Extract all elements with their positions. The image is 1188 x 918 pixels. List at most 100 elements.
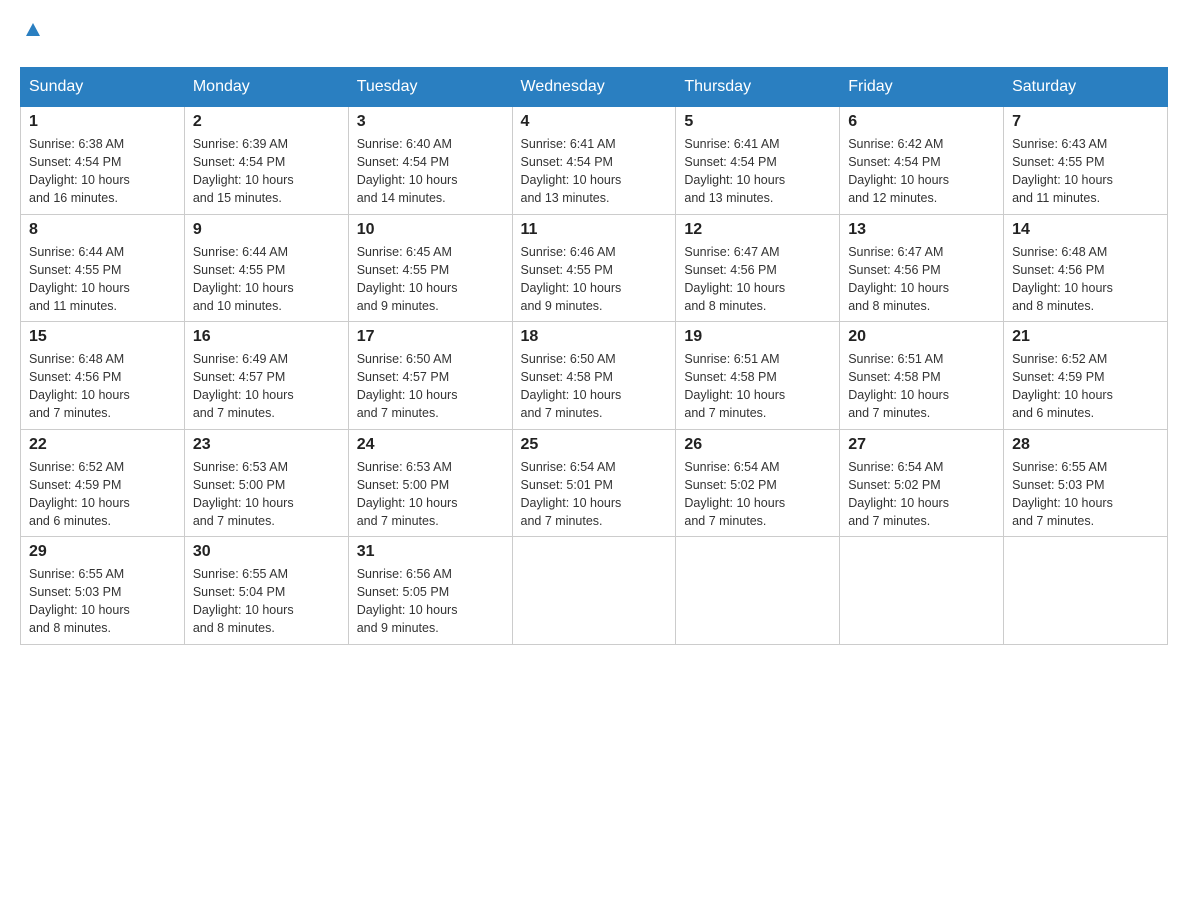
calendar-day-header: Friday: [840, 68, 1004, 107]
calendar-cell: 11 Sunrise: 6:46 AMSunset: 4:55 PMDaylig…: [512, 214, 676, 322]
calendar-cell: 26 Sunrise: 6:54 AMSunset: 5:02 PMDaylig…: [676, 429, 840, 537]
calendar-cell: 22 Sunrise: 6:52 AMSunset: 4:59 PMDaylig…: [21, 429, 185, 537]
day-info: Sunrise: 6:47 AMSunset: 4:56 PMDaylight:…: [684, 243, 831, 316]
day-number: 9: [193, 221, 340, 239]
calendar-cell: [840, 537, 1004, 645]
day-number: 27: [848, 436, 995, 454]
calendar-cell: 2 Sunrise: 6:39 AMSunset: 4:54 PMDayligh…: [184, 107, 348, 215]
day-info: Sunrise: 6:51 AMSunset: 4:58 PMDaylight:…: [848, 350, 995, 423]
day-info: Sunrise: 6:53 AMSunset: 5:00 PMDaylight:…: [193, 458, 340, 531]
day-number: 3: [357, 113, 504, 131]
calendar-cell: 30 Sunrise: 6:55 AMSunset: 5:04 PMDaylig…: [184, 537, 348, 645]
day-info: Sunrise: 6:54 AMSunset: 5:02 PMDaylight:…: [848, 458, 995, 531]
day-number: 29: [29, 543, 176, 561]
calendar-cell: 16 Sunrise: 6:49 AMSunset: 4:57 PMDaylig…: [184, 322, 348, 430]
calendar-cell: 1 Sunrise: 6:38 AMSunset: 4:54 PMDayligh…: [21, 107, 185, 215]
calendar-cell: 9 Sunrise: 6:44 AMSunset: 4:55 PMDayligh…: [184, 214, 348, 322]
calendar-week-row: 8 Sunrise: 6:44 AMSunset: 4:55 PMDayligh…: [21, 214, 1168, 322]
day-number: 20: [848, 328, 995, 346]
calendar-cell: 18 Sunrise: 6:50 AMSunset: 4:58 PMDaylig…: [512, 322, 676, 430]
day-number: 25: [521, 436, 668, 454]
day-number: 11: [521, 221, 668, 239]
day-number: 30: [193, 543, 340, 561]
day-info: Sunrise: 6:55 AMSunset: 5:03 PMDaylight:…: [29, 565, 176, 638]
calendar-cell: 17 Sunrise: 6:50 AMSunset: 4:57 PMDaylig…: [348, 322, 512, 430]
day-number: 5: [684, 113, 831, 131]
day-info: Sunrise: 6:48 AMSunset: 4:56 PMDaylight:…: [1012, 243, 1159, 316]
calendar-day-header: Saturday: [1004, 68, 1168, 107]
day-info: Sunrise: 6:44 AMSunset: 4:55 PMDaylight:…: [193, 243, 340, 316]
day-number: 13: [848, 221, 995, 239]
day-info: Sunrise: 6:39 AMSunset: 4:54 PMDaylight:…: [193, 135, 340, 208]
calendar-day-header: Wednesday: [512, 68, 676, 107]
calendar-cell: 5 Sunrise: 6:41 AMSunset: 4:54 PMDayligh…: [676, 107, 840, 215]
calendar-cell: 15 Sunrise: 6:48 AMSunset: 4:56 PMDaylig…: [21, 322, 185, 430]
day-number: 17: [357, 328, 504, 346]
calendar-cell: 13 Sunrise: 6:47 AMSunset: 4:56 PMDaylig…: [840, 214, 1004, 322]
day-info: Sunrise: 6:46 AMSunset: 4:55 PMDaylight:…: [521, 243, 668, 316]
day-info: Sunrise: 6:54 AMSunset: 5:02 PMDaylight:…: [684, 458, 831, 531]
calendar-week-row: 22 Sunrise: 6:52 AMSunset: 4:59 PMDaylig…: [21, 429, 1168, 537]
calendar-cell: 20 Sunrise: 6:51 AMSunset: 4:58 PMDaylig…: [840, 322, 1004, 430]
calendar-cell: 23 Sunrise: 6:53 AMSunset: 5:00 PMDaylig…: [184, 429, 348, 537]
day-number: 4: [521, 113, 668, 131]
calendar-week-row: 15 Sunrise: 6:48 AMSunset: 4:56 PMDaylig…: [21, 322, 1168, 430]
day-info: Sunrise: 6:42 AMSunset: 4:54 PMDaylight:…: [848, 135, 995, 208]
day-number: 15: [29, 328, 176, 346]
calendar-cell: 25 Sunrise: 6:54 AMSunset: 5:01 PMDaylig…: [512, 429, 676, 537]
day-info: Sunrise: 6:43 AMSunset: 4:55 PMDaylight:…: [1012, 135, 1159, 208]
logo: [20, 20, 44, 47]
day-number: 19: [684, 328, 831, 346]
calendar-cell: 8 Sunrise: 6:44 AMSunset: 4:55 PMDayligh…: [21, 214, 185, 322]
day-number: 2: [193, 113, 340, 131]
calendar-cell: 10 Sunrise: 6:45 AMSunset: 4:55 PMDaylig…: [348, 214, 512, 322]
day-number: 1: [29, 113, 176, 131]
day-number: 6: [848, 113, 995, 131]
day-info: Sunrise: 6:45 AMSunset: 4:55 PMDaylight:…: [357, 243, 504, 316]
calendar-cell: 14 Sunrise: 6:48 AMSunset: 4:56 PMDaylig…: [1004, 214, 1168, 322]
day-info: Sunrise: 6:51 AMSunset: 4:58 PMDaylight:…: [684, 350, 831, 423]
day-info: Sunrise: 6:55 AMSunset: 5:04 PMDaylight:…: [193, 565, 340, 638]
calendar-cell: 12 Sunrise: 6:47 AMSunset: 4:56 PMDaylig…: [676, 214, 840, 322]
calendar-cell: 7 Sunrise: 6:43 AMSunset: 4:55 PMDayligh…: [1004, 107, 1168, 215]
calendar-cell: 24 Sunrise: 6:53 AMSunset: 5:00 PMDaylig…: [348, 429, 512, 537]
calendar-cell: 6 Sunrise: 6:42 AMSunset: 4:54 PMDayligh…: [840, 107, 1004, 215]
day-info: Sunrise: 6:52 AMSunset: 4:59 PMDaylight:…: [1012, 350, 1159, 423]
day-info: Sunrise: 6:41 AMSunset: 4:54 PMDaylight:…: [521, 135, 668, 208]
day-info: Sunrise: 6:47 AMSunset: 4:56 PMDaylight:…: [848, 243, 995, 316]
calendar-cell: 4 Sunrise: 6:41 AMSunset: 4:54 PMDayligh…: [512, 107, 676, 215]
day-number: 23: [193, 436, 340, 454]
day-info: Sunrise: 6:52 AMSunset: 4:59 PMDaylight:…: [29, 458, 176, 531]
day-info: Sunrise: 6:44 AMSunset: 4:55 PMDaylight:…: [29, 243, 176, 316]
day-number: 18: [521, 328, 668, 346]
calendar-cell: 28 Sunrise: 6:55 AMSunset: 5:03 PMDaylig…: [1004, 429, 1168, 537]
page-header: [20, 20, 1168, 47]
day-number: 24: [357, 436, 504, 454]
day-number: 26: [684, 436, 831, 454]
calendar-week-row: 29 Sunrise: 6:55 AMSunset: 5:03 PMDaylig…: [21, 537, 1168, 645]
day-number: 8: [29, 221, 176, 239]
day-info: Sunrise: 6:55 AMSunset: 5:03 PMDaylight:…: [1012, 458, 1159, 531]
day-info: Sunrise: 6:38 AMSunset: 4:54 PMDaylight:…: [29, 135, 176, 208]
calendar-cell: [1004, 537, 1168, 645]
calendar-cell: 21 Sunrise: 6:52 AMSunset: 4:59 PMDaylig…: [1004, 322, 1168, 430]
calendar-cell: 31 Sunrise: 6:56 AMSunset: 5:05 PMDaylig…: [348, 537, 512, 645]
day-info: Sunrise: 6:41 AMSunset: 4:54 PMDaylight:…: [684, 135, 831, 208]
day-number: 7: [1012, 113, 1159, 131]
logo-triangle-icon: [22, 18, 44, 40]
day-number: 22: [29, 436, 176, 454]
calendar-cell: [512, 537, 676, 645]
day-info: Sunrise: 6:50 AMSunset: 4:58 PMDaylight:…: [521, 350, 668, 423]
day-number: 31: [357, 543, 504, 561]
calendar-cell: 27 Sunrise: 6:54 AMSunset: 5:02 PMDaylig…: [840, 429, 1004, 537]
calendar-table: SundayMondayTuesdayWednesdayThursdayFrid…: [20, 67, 1168, 645]
calendar-day-header: Sunday: [21, 68, 185, 107]
day-info: Sunrise: 6:40 AMSunset: 4:54 PMDaylight:…: [357, 135, 504, 208]
day-number: 16: [193, 328, 340, 346]
day-number: 14: [1012, 221, 1159, 239]
day-number: 12: [684, 221, 831, 239]
calendar-header-row: SundayMondayTuesdayWednesdayThursdayFrid…: [21, 68, 1168, 107]
day-info: Sunrise: 6:48 AMSunset: 4:56 PMDaylight:…: [29, 350, 176, 423]
day-info: Sunrise: 6:50 AMSunset: 4:57 PMDaylight:…: [357, 350, 504, 423]
day-number: 21: [1012, 328, 1159, 346]
